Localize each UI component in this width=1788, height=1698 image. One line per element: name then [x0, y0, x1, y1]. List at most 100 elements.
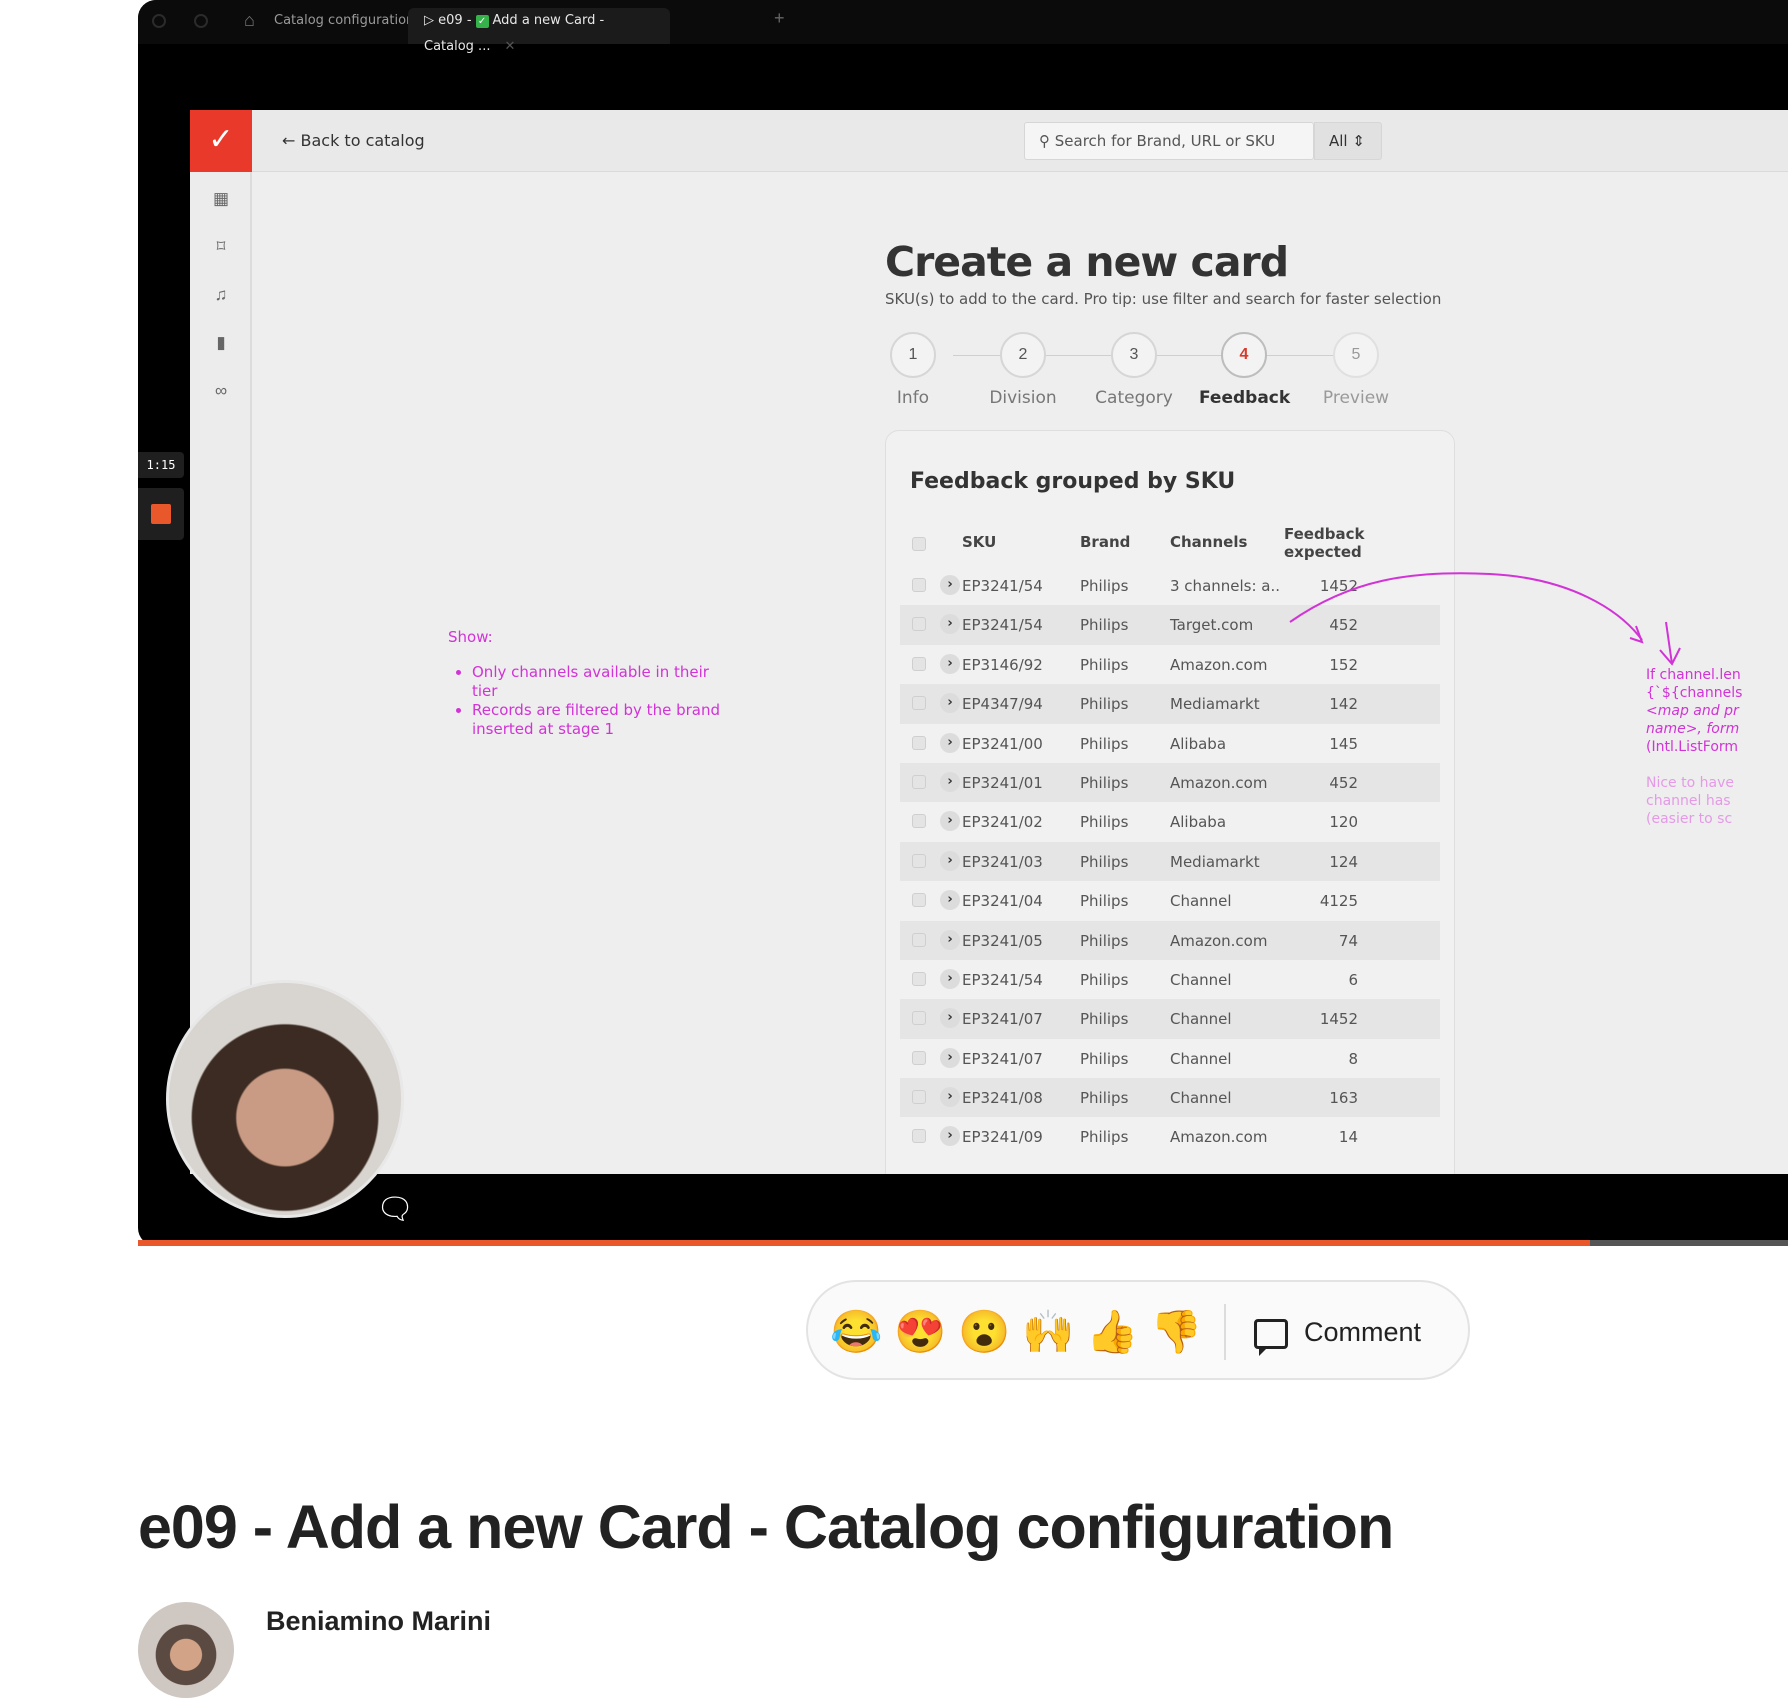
grid-icon[interactable]: ▦ — [210, 188, 232, 210]
chevron-right-icon[interactable]: › — [940, 968, 960, 989]
column-header-sku[interactable]: SKU — [962, 533, 996, 551]
close-icon[interactable]: ✕ — [504, 39, 515, 54]
table-row[interactable]: › EP3241/09 Philips Amazon.com 14 — [900, 1117, 1440, 1156]
reaction-thumbs-up[interactable]: 👍 — [1086, 1308, 1138, 1356]
cell-feedback: 6 — [1348, 970, 1358, 989]
step-feedback[interactable]: 4 Feedback — [1199, 332, 1290, 408]
column-header-channels[interactable]: Channels — [1170, 533, 1247, 551]
back-to-catalog-link[interactable]: ← Back to catalog — [282, 131, 425, 150]
logo[interactable]: ✓ — [190, 110, 252, 172]
row-checkbox[interactable] — [912, 774, 926, 789]
row-checkbox[interactable] — [912, 656, 926, 671]
new-tab-icon[interactable]: + — [774, 8, 785, 29]
window-control[interactable] — [152, 14, 166, 28]
row-checkbox[interactable] — [912, 893, 926, 908]
cell-brand: Philips — [1080, 695, 1129, 714]
row-checkbox[interactable] — [912, 617, 926, 632]
cell-brand: Philips — [1080, 1010, 1129, 1029]
table-row[interactable]: › EP3241/02 Philips Alibaba 120 — [900, 802, 1440, 841]
avatar[interactable] — [138, 1602, 234, 1698]
reaction-laugh[interactable]: 😂 — [830, 1308, 882, 1356]
cell-feedback: 8 — [1348, 1049, 1358, 1068]
tab-catalog-configuration[interactable]: Catalog configuration — [258, 8, 430, 44]
column-header-brand[interactable]: Brand — [1080, 533, 1130, 551]
barcode-icon[interactable]: ▮ — [210, 332, 232, 354]
chevron-right-icon[interactable]: › — [940, 771, 960, 792]
table-row[interactable]: › EP3241/54 Philips Channel 6 — [900, 960, 1440, 999]
chat-bubble-icon[interactable]: 🗨 — [376, 1192, 420, 1232]
search-input[interactable]: ⚲ Search for Brand, URL or SKU — [1024, 122, 1314, 160]
table-row[interactable]: › EP3241/01 Philips Amazon.com 452 — [900, 762, 1440, 803]
chevron-right-icon[interactable]: › — [940, 732, 960, 753]
chevron-right-icon[interactable]: › — [940, 929, 960, 950]
select-all-checkbox[interactable] — [912, 537, 926, 551]
video-title: e09 - Add a new Card - Catalog configura… — [138, 1493, 1394, 1561]
cell-brand: Philips — [1080, 852, 1129, 871]
table-row[interactable]: › EP3241/07 Philips Channel 8 — [900, 1039, 1440, 1078]
table-row[interactable]: › EP3241/04 Philips Channel 4125 — [900, 881, 1440, 920]
reaction-thumbs-down[interactable]: 👎 — [1150, 1308, 1202, 1356]
stop-recording-button[interactable] — [138, 488, 184, 540]
tab-add-new-card[interactable]: ▷ e09 - ✓ Add a new Card - Catalog ... ✕ — [408, 8, 670, 54]
step-number: 3 — [1111, 332, 1157, 378]
row-checkbox[interactable] — [912, 696, 926, 711]
cell-channels: Amazon.com — [1170, 931, 1268, 950]
chevron-right-icon[interactable]: › — [940, 1126, 960, 1147]
step-preview[interactable]: 5 Preview — [1311, 332, 1401, 408]
cell-channels: Channel — [1170, 892, 1232, 911]
table-row[interactable]: › EP3241/03 Philips Mediamarkt 124 — [900, 841, 1440, 882]
chevron-right-icon[interactable]: › — [940, 1087, 960, 1108]
table-row[interactable]: › EP4347/94 Philips Mediamarkt 142 — [900, 684, 1440, 724]
cell-channels: Target.com — [1170, 616, 1254, 635]
chevron-right-icon[interactable]: › — [940, 575, 960, 595]
cell-channels: 3 channels: a.. — [1170, 577, 1281, 595]
search-scope-select[interactable]: All ⇕ — [1314, 122, 1382, 160]
video-progress-bar[interactable] — [138, 1240, 1788, 1246]
bell-icon[interactable]: ♫ — [210, 284, 232, 306]
annotation-line: (easier to sc — [1646, 811, 1733, 827]
cell-feedback: 120 — [1329, 813, 1358, 832]
cell-channels: Channel — [1170, 1049, 1232, 1068]
row-checkbox[interactable] — [912, 971, 926, 986]
row-checkbox[interactable] — [912, 1090, 926, 1105]
reaction-raised-hands[interactable]: 🙌 — [1022, 1308, 1074, 1356]
comment-button[interactable]: Comment — [1254, 1308, 1421, 1356]
author-name[interactable]: Beniamino Marini — [266, 1606, 491, 1637]
annotation-line: {`${channels — [1646, 685, 1743, 701]
chevron-right-icon[interactable]: › — [940, 1008, 960, 1029]
cell-channels: Channel — [1170, 970, 1232, 989]
chevron-right-icon[interactable]: › — [940, 811, 960, 832]
bookmark-icon[interactable]: ⌑ — [210, 236, 232, 258]
step-info[interactable]: 1 Info — [868, 332, 958, 408]
reaction-heart-eyes[interactable]: 😍 — [894, 1308, 946, 1356]
chevron-right-icon[interactable]: › — [940, 693, 960, 714]
row-checkbox[interactable] — [912, 932, 926, 947]
table-row[interactable]: › EP3241/07 Philips Channel 1452 — [900, 999, 1440, 1039]
chevron-right-icon[interactable]: › — [940, 890, 960, 911]
row-checkbox[interactable] — [912, 814, 926, 829]
row-checkbox[interactable] — [912, 1011, 926, 1026]
cell-sku: EP3241/01 — [962, 773, 1043, 792]
link-icon[interactable]: ∞ — [210, 380, 232, 402]
row-checkbox[interactable] — [912, 1129, 926, 1144]
home-icon[interactable]: ⌂ — [244, 10, 255, 31]
reaction-surprised[interactable]: 😮 — [958, 1308, 1010, 1356]
chevron-right-icon[interactable]: › — [940, 1047, 960, 1068]
window-control[interactable] — [194, 14, 208, 28]
step-category[interactable]: 3 Category — [1089, 332, 1179, 408]
row-checkbox[interactable] — [912, 735, 926, 750]
video-player[interactable]: ⌂ Catalog configuration ▷ e09 - ✓ Add a ne… — [138, 0, 1788, 1246]
row-checkbox[interactable] — [912, 578, 926, 592]
row-checkbox[interactable] — [912, 1050, 926, 1065]
step-division[interactable]: 2 Division — [978, 332, 1068, 408]
chevron-right-icon[interactable]: › — [940, 653, 960, 674]
chevron-right-icon[interactable]: › — [940, 850, 960, 871]
chevron-right-icon[interactable]: › — [940, 614, 960, 635]
cell-feedback: 452 — [1329, 773, 1358, 792]
table-row[interactable]: › EP3241/05 Philips Amazon.com 74 — [900, 920, 1440, 960]
annotation-code-note: If channel.len {`${channels <map and pr … — [1646, 666, 1788, 756]
row-checkbox[interactable] — [912, 853, 926, 868]
table-row[interactable]: › EP3241/00 Philips Alibaba 145 — [900, 724, 1440, 763]
table-row[interactable]: › EP3241/08 Philips Channel 163 — [900, 1078, 1440, 1118]
cell-brand: Philips — [1080, 1128, 1129, 1147]
